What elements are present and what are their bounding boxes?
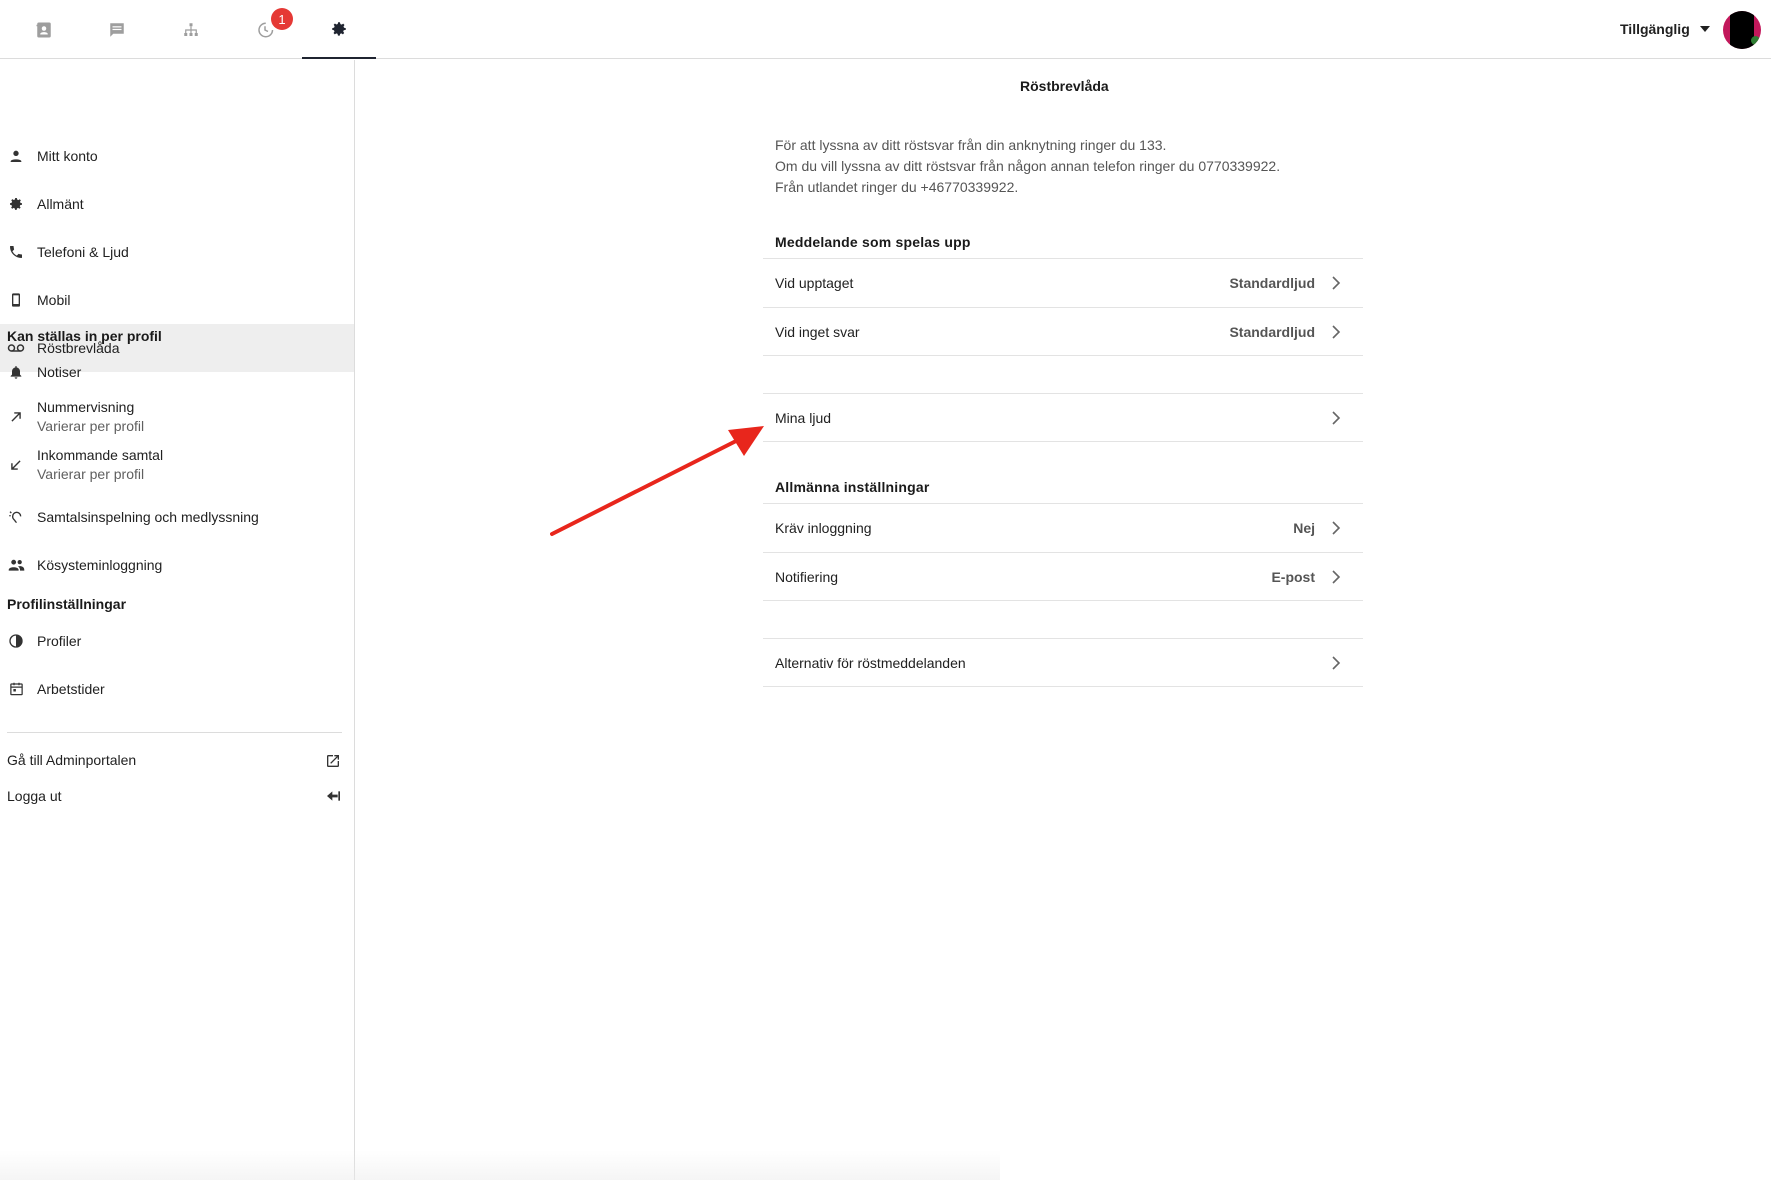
sidebar-item-label: Allmänt xyxy=(37,196,84,212)
chevron-right-icon xyxy=(1332,521,1341,535)
sidebar-item-label: Nummervisning xyxy=(37,399,135,415)
sidebar-item-sublabel: Varierar per profil xyxy=(37,466,145,482)
tab-contacts[interactable] xyxy=(7,0,81,59)
availability-dropdown[interactable]: Tillgänglig xyxy=(1620,16,1710,42)
voicemail-instructions: För att lyssna av ditt röstsvar från din… xyxy=(775,135,1365,198)
tab-history[interactable]: 1 xyxy=(228,0,302,59)
row-require-login[interactable]: Kräv inloggning Nej xyxy=(763,503,1363,552)
logout-icon xyxy=(325,789,341,805)
row-when-busy[interactable]: Vid upptaget Standardljud xyxy=(763,258,1363,307)
settings-sidebar: Mitt konto Allmänt Telefoni & Ljud Mobil… xyxy=(0,60,355,1180)
chevron-right-icon xyxy=(1332,411,1341,425)
bottom-shadow xyxy=(0,1150,1000,1180)
row-label: Mina ljud xyxy=(775,410,832,426)
chat-icon xyxy=(110,22,124,37)
hearing-icon xyxy=(7,508,25,526)
calendar-icon xyxy=(7,680,25,698)
chevron-right-icon xyxy=(1332,276,1341,290)
sidebar-item-working-hours[interactable]: Arbetstider xyxy=(0,668,354,710)
sidebar-item-label: Kösysteminloggning xyxy=(37,557,163,573)
profile-contrast-icon xyxy=(7,632,25,650)
admin-portal-link[interactable]: Gå till Adminportalen xyxy=(0,746,354,776)
chevron-right-icon xyxy=(1332,570,1341,584)
bell-icon xyxy=(7,363,25,381)
sidebar-divider xyxy=(7,732,342,733)
sidebar-item-general[interactable]: Allmänt xyxy=(0,180,354,228)
gear-icon xyxy=(7,195,25,213)
online-status-dot xyxy=(1751,36,1760,45)
sidebar-item-incoming-calls[interactable]: Inkommande samtal Varierar per profil xyxy=(0,442,354,488)
top-bar: 1 Tillgänglig xyxy=(0,0,1771,59)
section-heading-messages: Meddelande som spelas upp xyxy=(775,234,971,250)
logout-link[interactable]: Logga ut xyxy=(0,782,354,812)
sidebar-item-label: Notiser xyxy=(37,364,82,380)
page-title: Röstbrevlåda xyxy=(1020,78,1109,94)
sidebar-item-queue-login[interactable]: Kösysteminloggning xyxy=(0,544,354,586)
row-no-answer[interactable]: Vid inget svar Standardljud xyxy=(763,307,1363,356)
row-voicemail-options[interactable]: Alternativ för röstmeddelanden xyxy=(763,638,1363,687)
row-value: Standardljud xyxy=(1229,275,1315,291)
admin-portal-label: Gå till Adminportalen xyxy=(7,752,137,768)
sidebar-item-my-account[interactable]: Mitt konto xyxy=(0,132,354,180)
contacts-icon xyxy=(36,22,51,37)
incoming-arrow-icon xyxy=(7,456,25,474)
tab-organization[interactable] xyxy=(154,0,228,59)
logout-label: Logga ut xyxy=(7,788,62,804)
section-profile-settings: Profilinställningar xyxy=(7,596,127,612)
phone-icon xyxy=(7,243,25,261)
instruction-line: För att lyssna av ditt röstsvar från din… xyxy=(775,137,1167,153)
avatar[interactable] xyxy=(1723,11,1761,49)
external-link-icon xyxy=(325,753,341,769)
row-my-sounds[interactable]: Mina ljud xyxy=(763,393,1363,442)
tab-messages[interactable] xyxy=(80,0,154,59)
notification-badge: 1 xyxy=(271,8,293,30)
sidebar-item-caller-id[interactable]: Nummervisning Varierar per profil xyxy=(0,394,354,440)
row-value: Nej xyxy=(1293,520,1315,536)
row-label: Kräv inloggning xyxy=(775,520,872,536)
chevron-right-icon xyxy=(1332,656,1341,670)
row-label: Vid upptaget xyxy=(775,275,854,291)
row-label: Notifiering xyxy=(775,569,839,585)
sidebar-item-label: Samtalsinspelning och medlyssning xyxy=(37,509,259,525)
row-label: Alternativ för röstmeddelanden xyxy=(775,655,966,671)
row-notification[interactable]: Notifiering E-post xyxy=(763,552,1363,601)
sidebar-item-label: Profiler xyxy=(37,633,82,649)
person-icon xyxy=(7,147,25,165)
sidebar-item-label: Arbetstider xyxy=(37,681,105,697)
mobile-icon xyxy=(7,291,25,309)
row-value: E-post xyxy=(1271,569,1315,585)
row-value: Standardljud xyxy=(1229,324,1315,340)
sidebar-item-label: Inkommande samtal xyxy=(37,447,164,463)
sidebar-item-sublabel: Varierar per profil xyxy=(37,418,145,434)
sidebar-item-notifications[interactable]: Notiser xyxy=(0,352,354,392)
instruction-line: Om du vill lyssna av ditt röstsvar från … xyxy=(775,158,1281,174)
org-chart-icon xyxy=(184,22,198,36)
caret-down-icon xyxy=(1699,26,1710,32)
row-label: Vid inget svar xyxy=(775,324,860,340)
section-per-profile: Kan ställas in per profil xyxy=(7,328,162,344)
outgoing-arrow-icon xyxy=(7,408,25,426)
section-heading-general: Allmänna inställningar xyxy=(775,479,930,495)
people-icon xyxy=(7,556,25,574)
tab-settings[interactable] xyxy=(302,0,376,59)
sidebar-item-label: Telefoni & Ljud xyxy=(37,244,129,260)
gear-icon xyxy=(332,21,346,36)
sidebar-item-label: Mitt konto xyxy=(37,148,98,164)
sidebar-item-telephony[interactable]: Telefoni & Ljud xyxy=(0,228,354,276)
instruction-line: Från utlandet ringer du +46770339922. xyxy=(775,179,1019,195)
availability-label: Tillgänglig xyxy=(1620,21,1690,37)
chevron-right-icon xyxy=(1332,325,1341,339)
sidebar-item-profiles[interactable]: Profiler xyxy=(0,620,354,662)
sidebar-item-label: Mobil xyxy=(37,292,71,308)
sidebar-item-mobile[interactable]: Mobil xyxy=(0,276,354,324)
annotation-arrow xyxy=(550,426,764,536)
sidebar-item-call-recording[interactable]: Samtalsinspelning och medlyssning xyxy=(0,496,354,538)
